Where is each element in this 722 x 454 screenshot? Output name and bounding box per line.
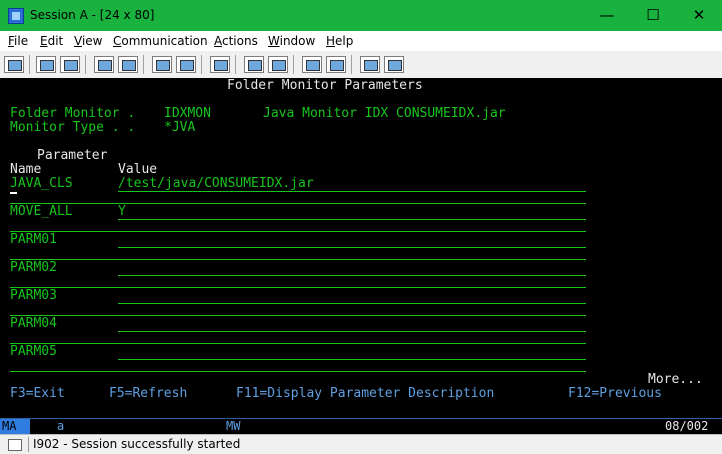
value-field-underline	[118, 275, 586, 276]
row-separator	[10, 259, 586, 260]
folder-monitor-value: IDXMON	[164, 106, 211, 121]
toolbar-separator	[85, 55, 86, 74]
row-separator	[10, 315, 586, 316]
toolbar-separator	[29, 55, 30, 74]
fkey-f5-refresh[interactable]: F5=Refresh	[109, 387, 187, 401]
menu-file[interactable]: File	[8, 34, 28, 48]
cursor-position: 08/002	[665, 419, 709, 433]
more-indicator: More...	[648, 372, 703, 387]
customize-keypad-icon[interactable]	[176, 56, 196, 73]
status-message: I902 - Session successfully started	[28, 437, 722, 452]
copy-icon[interactable]	[36, 56, 56, 73]
monitor-type-value: *JVA	[164, 120, 196, 135]
monitor-type-label: Monitor Type . .	[10, 120, 144, 135]
toolbar-separator	[235, 55, 236, 74]
window-title: Session A - [24 x 80]	[30, 8, 155, 22]
macro-options-icon[interactable]	[326, 56, 346, 73]
menu-bar: File Edit View Communication Actions Win…	[0, 31, 722, 51]
screen-title: Folder Monitor Parameters	[227, 78, 423, 93]
host-connect-icon[interactable]	[360, 56, 380, 73]
param-name-parm05: PARM05	[10, 344, 57, 359]
session-icon	[8, 8, 24, 24]
display-keypad-icon[interactable]	[152, 56, 172, 73]
param-value-java-cls-field[interactable]: /test/java/CONSUMEIDX.jar	[118, 177, 314, 191]
paste-icon[interactable]	[60, 56, 80, 73]
stop-macro-icon[interactable]	[268, 56, 288, 73]
toolbar-separator	[143, 55, 144, 74]
play-macro-icon[interactable]	[302, 56, 322, 73]
toolbar	[0, 51, 722, 79]
fkey-f11-display-description[interactable]: F11=Display Parameter Description	[236, 387, 494, 401]
menu-actions[interactable]: Actions	[214, 34, 258, 48]
value-field-underline	[118, 191, 586, 192]
status-bar: I902 - Session successfully started	[0, 434, 722, 454]
help-icon[interactable]	[384, 56, 404, 73]
terminal-screen[interactable]: Folder Monitor Parameters Folder Monitor…	[0, 78, 722, 434]
value-field-underline	[118, 359, 586, 360]
close-button[interactable]: ✕	[676, 0, 722, 31]
param-name-parm04: PARM04	[10, 316, 57, 331]
session-status-icon	[8, 439, 22, 451]
receive-file-icon[interactable]	[118, 56, 138, 73]
param-name-parm03: PARM03	[10, 288, 57, 303]
oia-ma-indicator: MA	[0, 419, 30, 434]
column-header-value: Value	[118, 162, 158, 177]
row-separator	[10, 343, 586, 344]
fkey-f12-previous[interactable]: F12=Previous	[568, 387, 662, 401]
minimize-button[interactable]: —	[584, 0, 630, 31]
menu-edit[interactable]: Edit	[40, 34, 63, 48]
column-header-name: Name	[10, 162, 42, 177]
value-field-underline	[118, 331, 586, 332]
param-name-parm01: PARM01	[10, 232, 57, 247]
row-separator	[10, 287, 586, 288]
toolbar-separator	[293, 55, 294, 74]
row-separator	[10, 371, 586, 372]
menu-communication[interactable]: Communication	[113, 34, 208, 48]
folder-monitor-description: Java Monitor IDX CONSUMEIDX.jar	[263, 106, 506, 121]
toolbar-separator	[351, 55, 352, 74]
param-name-java-cls: JAVA_CLS	[10, 176, 73, 191]
folder-monitor-label: Folder Monitor .	[10, 106, 144, 121]
param-name-move-all: MOVE_ALL	[10, 204, 73, 219]
param-value-move-all-field[interactable]: Y	[118, 205, 126, 219]
value-field-underline	[118, 247, 586, 248]
value-field-underline	[118, 219, 586, 220]
column-header-parameter: Parameter	[37, 148, 108, 163]
menu-view[interactable]: View	[74, 34, 102, 48]
keyboard-map-icon[interactable]	[210, 56, 230, 73]
value-field-underline	[118, 303, 586, 304]
title-bar: Session A - [24 x 80] — ☐ ✕	[0, 0, 722, 31]
menu-window[interactable]: Window	[268, 34, 315, 48]
row-separator	[10, 203, 586, 204]
row-separator	[10, 231, 586, 232]
oia-mw-indicator: MW	[226, 419, 241, 433]
param-name-parm02: PARM02	[10, 260, 57, 275]
print-screen-icon[interactable]	[4, 56, 24, 73]
toolbar-separator	[201, 55, 202, 74]
record-macro-icon[interactable]	[244, 56, 264, 73]
operator-information-area: MA a MW 08/002	[0, 418, 722, 435]
menu-help[interactable]: Help	[326, 34, 353, 48]
maximize-button[interactable]: ☐	[630, 0, 676, 31]
send-file-icon[interactable]	[94, 56, 114, 73]
oia-a-indicator: a	[57, 419, 65, 433]
fkey-f3-exit[interactable]: F3=Exit	[10, 387, 65, 401]
text-cursor	[10, 192, 17, 194]
